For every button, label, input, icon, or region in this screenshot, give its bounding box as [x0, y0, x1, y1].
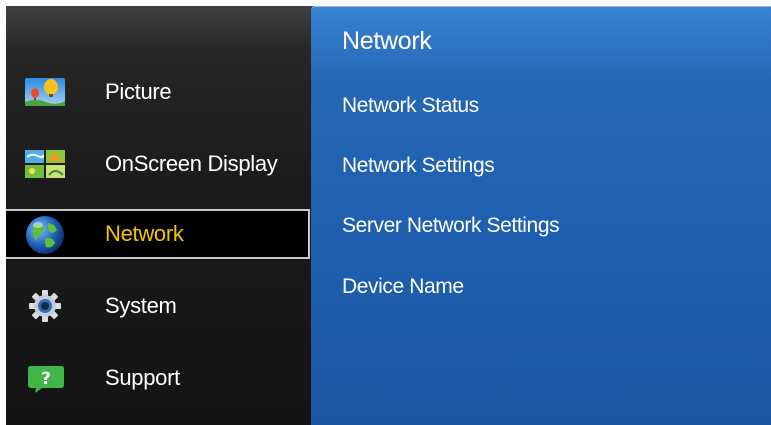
menu-item-label: Support [105, 365, 180, 390]
submenu-item-network-status[interactable]: Network Status [342, 94, 479, 118]
submenu-item-device-name[interactable]: Device Name [342, 275, 464, 299]
main-menu-sidebar: Picture OnScreen Display Network System … [6, 6, 316, 425]
question-icon: ? [28, 366, 64, 393]
picture-icon [25, 78, 65, 106]
menu-item-label: OnScreen Display [105, 151, 278, 176]
submenu-item-server-network-settings[interactable]: Server Network Settings [342, 214, 560, 238]
svg-text:?: ? [41, 369, 51, 389]
sidebar-gloss [6, 6, 316, 52]
settings-menu: Picture OnScreen Display Network System … [6, 6, 771, 425]
onscreen-display-icon [25, 150, 65, 178]
menu-item-network[interactable]: Network [6, 209, 310, 259]
submenu-title: Network [342, 27, 432, 55]
menu-item-system[interactable]: System [6, 284, 310, 328]
menu-item-label: Picture [105, 79, 172, 104]
menu-item-picture[interactable]: Picture [6, 70, 310, 114]
menu-item-onscreen-display[interactable]: OnScreen Display [6, 142, 310, 186]
gear-icon [29, 290, 61, 322]
menu-item-label: Network [105, 221, 184, 246]
globe-icon [26, 216, 64, 254]
submenu-item-network-settings[interactable]: Network Settings [342, 154, 495, 178]
menu-item-label: System [105, 293, 177, 318]
menu-item-support[interactable]: ? Support [6, 356, 310, 400]
submenu-panel: Network Network Status Network Settings … [311, 6, 771, 425]
